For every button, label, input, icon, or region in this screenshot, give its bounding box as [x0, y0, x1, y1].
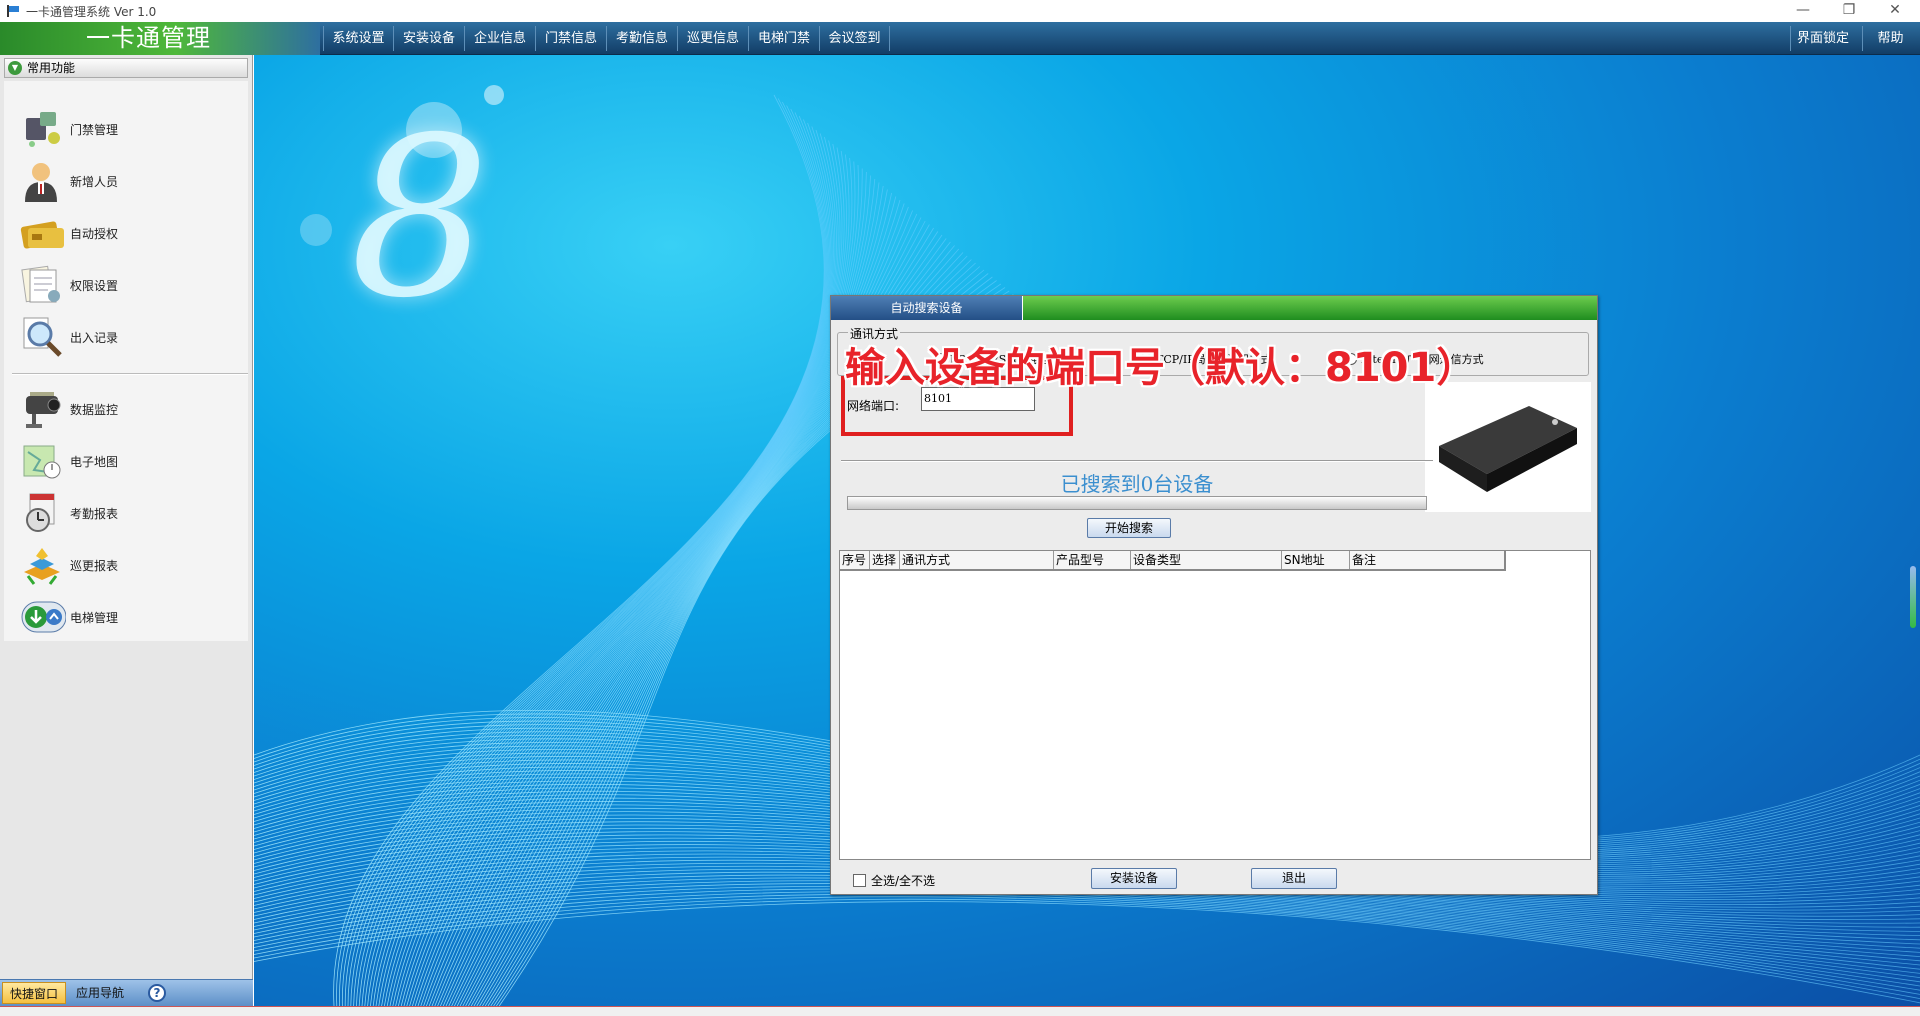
- menu-elevator-access[interactable]: 电梯门禁: [748, 26, 819, 51]
- menu-attendance-info[interactable]: 考勤信息: [606, 26, 677, 51]
- help-icon[interactable]: ?: [142, 982, 172, 1004]
- annotation-callout: 输入设备的端口号（默认：8101）: [845, 345, 1477, 391]
- menu-patrol-info[interactable]: 巡更信息: [677, 26, 748, 51]
- sidebar-item-auto-authorize[interactable]: 自动授权: [20, 211, 240, 255]
- sidebar-item-label: 权限设置: [70, 278, 119, 293]
- start-search-button[interactable]: 开始搜索: [1087, 518, 1171, 538]
- sidebar-item-data-monitor[interactable]: 数据监控: [20, 387, 240, 431]
- elevator-icon: [20, 596, 67, 638]
- select-all-checkbox[interactable]: 全选/全不选: [853, 872, 935, 889]
- app-logo: 一卡通管理: [0, 22, 320, 55]
- sidebar-divider: [12, 373, 248, 375]
- col-remark[interactable]: 备注: [1350, 551, 1504, 569]
- decorative-numeral: 8: [350, 90, 490, 346]
- sidebar-item-label: 门禁管理: [70, 122, 119, 137]
- menu-company-info[interactable]: 企业信息: [464, 26, 535, 51]
- clock-icon: [20, 492, 66, 534]
- sidebar-item-permission-settings[interactable]: 权限设置: [20, 263, 240, 307]
- door-controller-icon: [20, 108, 66, 150]
- app-flag-icon: [6, 5, 20, 17]
- camera-icon: [20, 388, 66, 430]
- menu-lock-interface[interactable]: 界面锁定: [1790, 26, 1855, 51]
- table-header: 序号 选择 通讯方式 产品型号 设备类型 SN地址 备注: [840, 551, 1506, 571]
- checkbox-indicator: [853, 874, 866, 887]
- col-device-type[interactable]: 设备类型: [1131, 551, 1282, 569]
- sidebar-item-label: 自动授权: [70, 226, 119, 241]
- sidebar-item-label: 电子地图: [70, 454, 119, 469]
- dialog-titlebar: 自动搜索设备: [831, 296, 1597, 320]
- status-bar: [0, 1006, 1920, 1016]
- sidebar-bottom-tabs: 快捷窗口 应用导航 ?: [0, 979, 253, 1006]
- sidebar-item-label: 出入记录: [70, 330, 119, 345]
- col-index[interactable]: 序号: [840, 551, 870, 569]
- port-label: 网络端口:: [847, 399, 900, 413]
- sidebar-item-label: 数据监控: [70, 402, 119, 417]
- help-glyph: ?: [148, 984, 166, 1002]
- sidebar-item-label: 电梯管理: [70, 610, 119, 625]
- search-progress-bar: [847, 496, 1427, 510]
- close-button[interactable]: ✕: [1872, 0, 1918, 22]
- patrol-icon: [20, 544, 66, 586]
- menubar: 一卡通管理 系统设置 安装设备 企业信息 门禁信息 考勤信息 巡更信息 电梯门禁…: [0, 22, 1920, 55]
- tab-app-navigation[interactable]: 应用导航: [68, 982, 132, 1004]
- card-icon: [20, 212, 66, 254]
- window-titlebar: 一卡通管理系统 Ver 1.0 — ❐ ✕: [0, 0, 1920, 22]
- sidebar-item-attendance-report[interactable]: 考勤报表: [20, 491, 240, 535]
- sidebar-item-elevator-management[interactable]: 电梯管理: [20, 595, 240, 639]
- chevron-down-icon: ▼: [8, 61, 22, 75]
- sidebar-item-entry-records[interactable]: 出入记录: [20, 315, 240, 359]
- document-icon: [20, 264, 66, 306]
- minimize-button[interactable]: —: [1780, 0, 1826, 22]
- restore-button[interactable]: ❐: [1826, 0, 1872, 22]
- sidebar-item-patrol-report[interactable]: 巡更报表: [20, 543, 240, 587]
- dialog-separator: [841, 460, 1433, 462]
- sidebar: ▼ 常用功能 门禁管理 新增人员 自动授权 权限设置 出入记录 数据监控 电子地…: [0, 55, 253, 1016]
- col-model[interactable]: 产品型号: [1054, 551, 1131, 569]
- menu-system-settings[interactable]: 系统设置: [323, 26, 393, 51]
- menu-meeting-signin[interactable]: 会议签到: [819, 26, 890, 51]
- sidebar-item-label: 考勤报表: [70, 506, 119, 521]
- desktop-background: 8 自动搜索设备 通讯方式 RS232/RS485通信方式 TCP/IP局域网通…: [254, 55, 1920, 1006]
- col-select[interactable]: 选择: [870, 551, 900, 569]
- map-icon: [20, 440, 66, 482]
- sidebar-item-electronic-map[interactable]: 电子地图: [20, 439, 240, 483]
- person-icon: [20, 160, 66, 202]
- sidebar-item-add-person[interactable]: 新增人员: [20, 159, 240, 203]
- sidebar-item-label: 新增人员: [70, 174, 119, 189]
- col-sn[interactable]: SN地址: [1282, 551, 1350, 569]
- sidebar-header[interactable]: ▼ 常用功能: [4, 58, 248, 78]
- select-all-label: 全选/全不选: [871, 874, 936, 888]
- window-title: 一卡通管理系统 Ver 1.0: [26, 4, 157, 19]
- dialog-title: 自动搜索设备: [831, 296, 1023, 320]
- side-scroll-indicator[interactable]: [1910, 566, 1916, 628]
- sidebar-panel: 门禁管理 新增人员 自动授权 权限设置 出入记录 数据监控 电子地图 考勤报表 …: [4, 81, 248, 641]
- sidebar-item-label: 巡更报表: [70, 558, 119, 573]
- found-count-text: 已搜索到0台设备: [1060, 472, 1214, 496]
- install-device-button[interactable]: 安装设备: [1091, 868, 1177, 889]
- menu-install-device[interactable]: 安装设备: [393, 26, 464, 51]
- device-image: [1425, 382, 1591, 512]
- tab-quick-window[interactable]: 快捷窗口: [2, 982, 66, 1004]
- magnifier-icon: [20, 316, 66, 358]
- menu-help[interactable]: 帮助: [1862, 26, 1918, 51]
- col-comm-mode[interactable]: 通讯方式: [900, 551, 1054, 569]
- exit-button[interactable]: 退出: [1251, 868, 1337, 889]
- sidebar-header-label: 常用功能: [27, 61, 76, 75]
- menu-access-info[interactable]: 门禁信息: [535, 26, 606, 51]
- sidebar-item-access-control[interactable]: 门禁管理: [20, 107, 240, 151]
- device-table[interactable]: 序号 选择 通讯方式 产品型号 设备类型 SN地址 备注: [839, 550, 1591, 860]
